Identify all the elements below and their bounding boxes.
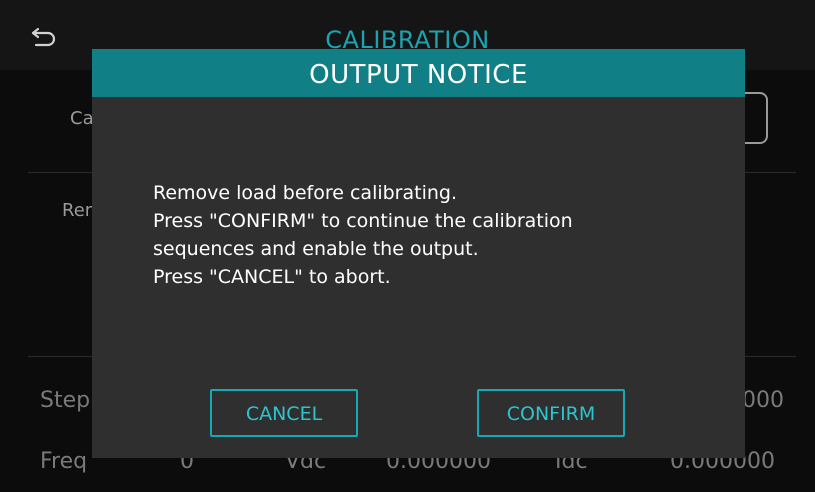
dialog-message: Remove load before calibrating. Press "C… xyxy=(153,179,713,291)
dialog-message-line: Remove load before calibrating. xyxy=(153,182,458,204)
freq-label: Freq xyxy=(40,449,88,474)
dialog-message-line: Press "CANCEL" to abort. xyxy=(153,266,391,288)
cancel-button[interactable]: CANCEL xyxy=(210,389,358,437)
dialog-title: OUTPUT NOTICE xyxy=(92,49,745,97)
step-value: 000 xyxy=(742,388,784,413)
calibration-label: Ca xyxy=(70,108,94,129)
output-notice-dialog: OUTPUT NOTICE Remove load before calibra… xyxy=(92,49,745,458)
confirm-button[interactable]: CONFIRM xyxy=(477,389,625,437)
dialog-message-line: Press "CONFIRM" to continue the calibrat… xyxy=(153,210,573,232)
dialog-message-line: sequences and enable the output. xyxy=(153,238,479,260)
step-label: Step xyxy=(40,388,91,413)
